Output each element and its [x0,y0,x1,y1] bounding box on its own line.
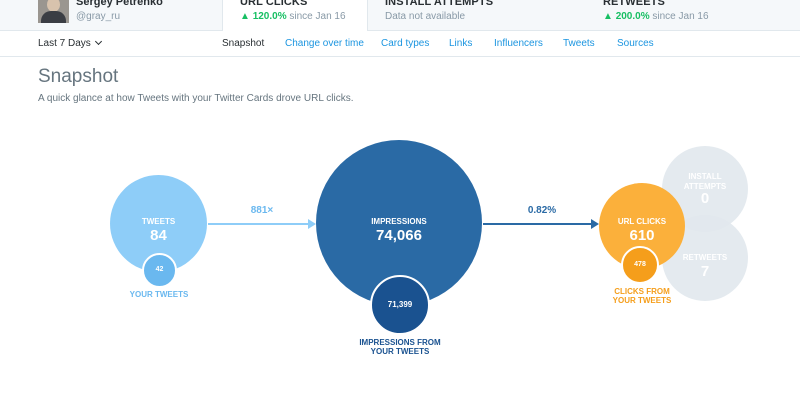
clicks-from-tweets-caption: CLICKS FROM YOUR TWEETS [612,287,672,305]
url-clicks-label: URL CLICKS [617,217,667,226]
tweets-value: 84 [150,227,167,244]
clicks-from-tweets-value: 478 [634,261,646,268]
arrow-right-icon [208,219,316,229]
url-clicks-value: 610 [629,227,655,244]
impressions-label: IMPRESSIONS [371,217,427,226]
arrow-right-icon [483,219,599,229]
click-through-rate: 0.82% [527,205,557,216]
impressions-value: 74,066 [376,227,422,244]
impressions-from-tweets-value: 71,399 [387,300,413,309]
install-attempts-label: INSTALL ATTEMPTS [683,172,727,191]
retweets-value: 7 [700,263,710,280]
your-tweets-caption: YOUR TWEETS [129,290,189,299]
snapshot-funnel: INSTALL ATTEMPTS 0 RETWEETS 7 TWEETS 84 … [0,0,800,400]
tweets-to-impressions-ratio: 881× [250,205,274,216]
impressions-from-tweets-caption: IMPRESSIONS FROM YOUR TWEETS [359,338,441,356]
tweets-label: TWEETS [141,217,176,226]
your-tweets-value: 42 [155,266,164,273]
retweets-label: RETWEETS [682,253,728,262]
